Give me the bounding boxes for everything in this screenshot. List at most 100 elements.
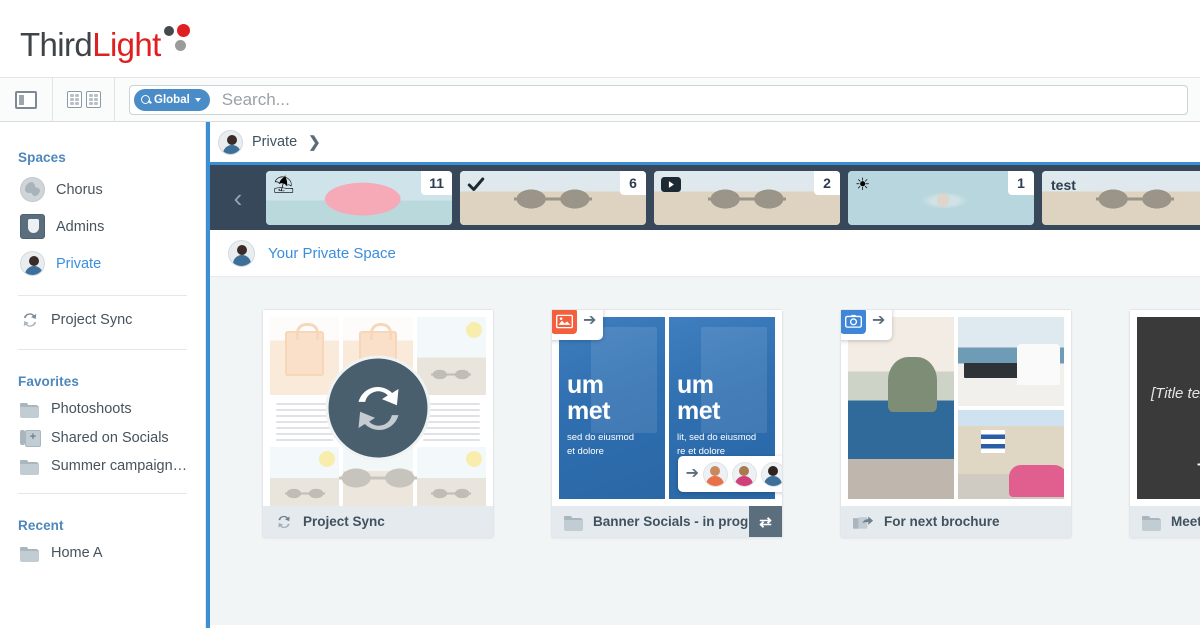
sidebar-item-project-sync[interactable]: Project Sync (0, 304, 205, 336)
banner-sub-2: et dolore (567, 446, 604, 457)
card-footer: Banner Socials - in progress ⇄ (552, 506, 782, 537)
space-title[interactable]: Your Private Space (268, 245, 396, 262)
sidebar-divider (18, 493, 187, 494)
sync-icon (275, 513, 293, 531)
sidebar-item-label: Summer campaign… (51, 458, 188, 474)
logo-text-first: Third (20, 25, 93, 63)
sidebar-item-label: Shared on Socials (51, 429, 169, 446)
breadcrumb-item-private[interactable]: Private (252, 134, 297, 150)
tab-item[interactable]: 2 (654, 170, 840, 225)
sidebar-item-private[interactable]: Private (0, 245, 205, 282)
sidebar-item-summer-campaign[interactable]: Summer campaign… (0, 452, 205, 480)
sidebar-item-chorus[interactable]: Chorus (0, 171, 205, 208)
shared-people-badge[interactable]: ➔ (677, 456, 782, 492)
banner-sub-1: lit, sed do eiusmod (677, 432, 757, 443)
sidebar-item-label: Private (56, 255, 102, 272)
tab-item[interactable]: ⛱ 11 (266, 170, 452, 225)
card-thumbnail-area (263, 310, 493, 506)
sidebar-item-admins[interactable]: Admins (0, 208, 205, 245)
view-mode-buttons[interactable] (53, 77, 115, 122)
avatar-icon (228, 239, 255, 267)
sidebar-item-label: Project Sync (51, 312, 133, 328)
banner-line-2: met (567, 397, 610, 425)
avatar-icon (20, 251, 45, 276)
sync-overlay-icon (325, 355, 431, 461)
stack-icon (20, 429, 41, 447)
card-project-sync[interactable]: Project Sync (262, 309, 494, 538)
search-input[interactable] (209, 86, 1183, 113)
card-meeting[interactable]: [Title text] T Meeting (1129, 309, 1200, 538)
artwork-upload-badge[interactable]: ➔ (552, 310, 604, 340)
tab-title: test (1051, 176, 1076, 193)
chevron-right-icon: ❯ (308, 134, 321, 151)
card-grid: Project Sync um met sed do eiusmod et do… (210, 277, 1200, 625)
sidebar-divider (18, 295, 187, 296)
brand-bar: ThirdLight (0, 0, 1200, 78)
beach-umbrella-icon: ⛱ (273, 174, 295, 194)
arrow-right-icon: ➔ (685, 465, 699, 482)
search-box[interactable]: Global (129, 84, 1188, 115)
tab-thumbnail (460, 170, 646, 225)
slide-title-text: [Title text] (1151, 385, 1200, 402)
folder-icon (20, 545, 40, 562)
space-header: Your Private Space (210, 230, 1200, 277)
logo-text: ThirdLight (20, 28, 161, 61)
sidebar-toggle-button[interactable] (0, 77, 53, 122)
tab-thumbnail (848, 170, 1034, 225)
tab-item[interactable]: ☀ 1 (848, 170, 1034, 225)
sidebar-heading-recent: Recent (18, 518, 64, 533)
camera-upload-badge[interactable]: ➔ (841, 310, 893, 340)
breadcrumb: Private ❯ (210, 122, 1200, 162)
tab-strip: ‹ ⛱ 11 6 2 ☀ 1 test (210, 162, 1200, 230)
tab-item[interactable]: 6 (460, 170, 646, 225)
card-label: For next brochure (884, 514, 1000, 529)
sidebar-item-label: Chorus (56, 181, 103, 198)
logo[interactable]: ThirdLight (0, 22, 197, 61)
search-scope-label: Global (154, 93, 190, 106)
sidebar-item-home-a[interactable]: Home A (0, 539, 205, 567)
folder-icon (20, 401, 40, 418)
arrow-right-icon: ➔ (872, 312, 886, 329)
sidebar-item-shared-on-socials[interactable]: Shared on Socials (0, 423, 205, 452)
check-icon (467, 177, 485, 191)
photo-rio (848, 317, 954, 499)
banner-line-1: um (567, 371, 604, 399)
sync-icon (20, 310, 40, 330)
globe-icon (20, 177, 45, 202)
photo-cuba (958, 410, 1064, 499)
panel-icon (15, 90, 37, 109)
photo-santorini (958, 317, 1064, 406)
card-footer: Project Sync (263, 506, 493, 537)
avatar (732, 461, 757, 487)
search-area: Global (115, 84, 1200, 115)
sidebar-item-label: Home A (51, 545, 103, 561)
body: Spaces Chorus Admins Private Project Syn… (0, 122, 1200, 628)
avatar-icon (218, 129, 243, 155)
card-swap-button[interactable]: ⇄ (749, 506, 782, 537)
tab-item[interactable]: test (1042, 170, 1200, 225)
folder-icon (1142, 514, 1161, 531)
sidebar-item-label: Photoshoots (51, 401, 132, 417)
grid-view-icon[interactable] (66, 91, 82, 108)
card-footer: Meeting (1130, 506, 1200, 537)
card-label: Meeting (1171, 514, 1200, 529)
sidebar-item-photoshoots[interactable]: Photoshoots (0, 395, 205, 423)
sidebar: Spaces Chorus Admins Private Project Syn… (0, 122, 206, 628)
title-slide: [Title text] T (1137, 317, 1200, 499)
share-out-icon (853, 513, 874, 531)
sidebar-divider (18, 349, 187, 350)
tabstrip-scroll-left-button[interactable]: ‹ (218, 185, 258, 211)
arrow-right-icon: ➔ (583, 312, 597, 329)
card-banner-socials[interactable]: um met sed do eiusmod et dolore um met l… (551, 309, 783, 538)
sun-icon: ☀ (855, 174, 871, 194)
search-scope-dropdown[interactable]: Global (134, 88, 210, 111)
logo-text-second: Light (92, 25, 161, 63)
avatar (761, 461, 782, 487)
search-icon (141, 95, 150, 104)
main-panel: Private ❯ ‹ ⛱ 11 6 2 ☀ 1 test Your Priva… (206, 122, 1200, 628)
banner-line-2: met (677, 397, 720, 425)
card-for-next-brochure[interactable]: ➔ For next brochure (840, 309, 1072, 538)
card-thumbnail-area: [Title text] T (1130, 310, 1200, 506)
list-view-icon[interactable] (85, 91, 101, 108)
folder-icon (564, 514, 583, 531)
